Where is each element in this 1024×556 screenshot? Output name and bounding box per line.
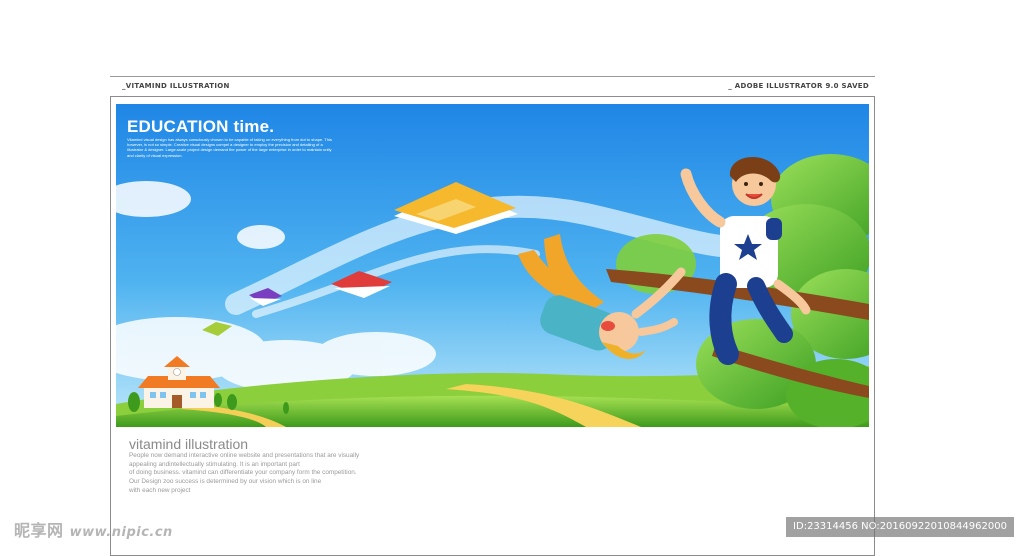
footer-paragraph: People now demand interactive online web… xyxy=(129,452,394,496)
footer-line: with each new project xyxy=(129,486,191,494)
footer-line: Our Design zoo success is determined by … xyxy=(129,478,322,486)
watermark-brand: 昵享网 xyxy=(14,521,64,540)
header-left-label: _VITAMIND ILLUSTRATION xyxy=(122,82,230,90)
watermark-id-badge: ID:23314456 NO:20160922010844962000 xyxy=(786,517,1014,537)
illustration-blurb: Vitamind visual design has always consci… xyxy=(127,137,332,158)
illustration-title: EDUCATION time. xyxy=(127,117,275,136)
watermark-site: www.nipic.cn xyxy=(69,525,173,540)
footer-title: vitamind illustration xyxy=(129,436,249,452)
header-rule xyxy=(110,76,875,77)
footer-line: People now demand interactive online web… xyxy=(129,452,360,459)
header-right-label: _ ADOBE ILLUSTRATOR 9.0 SAVED xyxy=(728,82,869,90)
footer-line: of doing business. vitamind can differen… xyxy=(129,469,357,477)
watermark-logo: 昵享网 www.nipic.cn xyxy=(14,517,173,541)
footer-line: appealing andintellectually stimulating.… xyxy=(129,460,300,468)
